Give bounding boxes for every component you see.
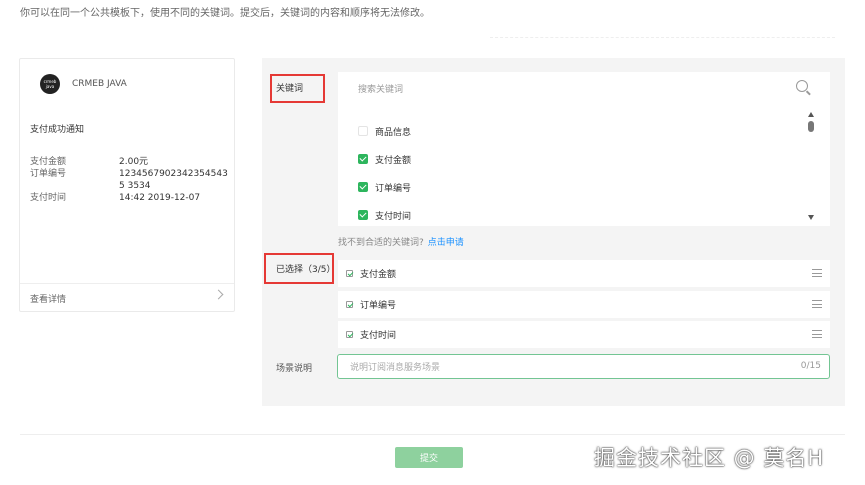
keyword-search-input[interactable]: 搜索关键词	[358, 82, 403, 95]
scrollbar-thumb[interactable]	[808, 121, 814, 132]
keyword-option[interactable]: 支付金额	[358, 145, 411, 173]
divider	[490, 37, 835, 38]
keyword-option-label: 商品信息	[375, 127, 412, 138]
keyword-not-found: 找不到合适的关键词? 点击申请	[338, 235, 464, 248]
selected-item-label: 支付金额	[360, 270, 397, 280]
keyword-option[interactable]: 订单编号	[358, 173, 411, 201]
brand-name: CRMEB JAVA	[72, 79, 127, 89]
checkbox[interactable]	[358, 182, 368, 192]
selected-item[interactable]: 支付时间	[338, 321, 830, 348]
selected-item[interactable]: 订单编号	[338, 291, 830, 318]
keyword-option-label: 支付时间	[375, 211, 412, 222]
checkbox[interactable]	[358, 210, 368, 220]
checkbox[interactable]	[358, 154, 368, 164]
selected-item-label: 支付时间	[360, 331, 397, 341]
field-value: 12345679023423545435 3534	[119, 169, 228, 191]
view-details-label: 查看详情	[30, 295, 67, 305]
footer-divider	[20, 434, 845, 435]
check-icon	[346, 331, 353, 338]
keyword-option-label: 订单编号	[375, 183, 412, 194]
not-found-text: 找不到合适的关键词?	[338, 238, 424, 248]
selected-item-label: 订单编号	[360, 301, 397, 311]
template-title: 支付成功通知	[30, 125, 85, 135]
keyword-option-label: 支付金额	[375, 155, 412, 166]
keyword-picker: 搜索关键词 商品信息 支付金额 订单编号 支付时间	[338, 72, 830, 226]
preview-row: 订单编号 12345679023423545435 3534	[30, 168, 230, 192]
watermark: 掘金技术社区 @ 莫名H	[594, 446, 825, 470]
brand-logo: crmeb java	[40, 74, 60, 94]
instruction-text: 你可以在同一个公共模板下，使用不同的关键词。提交后，关键词的内容和顺序将无法修改…	[20, 8, 430, 19]
keyword-option[interactable]: 支付时间	[358, 201, 411, 229]
preview-row: 支付时间 14:42 2019-12-07	[30, 192, 230, 204]
scroll-down-icon[interactable]	[808, 215, 814, 220]
drag-handle-icon[interactable]	[812, 330, 822, 341]
view-details-link[interactable]: 查看详情	[20, 283, 234, 311]
scene-description-input[interactable]	[348, 359, 772, 376]
char-counter: 0/15	[800, 361, 821, 371]
message-preview-card: crmeb java CRMEB JAVA 支付成功通知 支付金额 2.00元 …	[19, 58, 235, 312]
drag-handle-icon[interactable]	[812, 300, 822, 311]
keyword-options: 商品信息 支付金额 订单编号 支付时间	[358, 117, 411, 229]
preview-fields: 支付金额 2.00元 订单编号 12345679023423545435 353…	[30, 156, 230, 204]
check-icon	[346, 301, 353, 308]
brand-header: crmeb java CRMEB JAVA	[40, 74, 127, 94]
search-icon[interactable]	[796, 80, 808, 92]
keywords-label: 关键词	[276, 84, 304, 94]
submit-button[interactable]: 提交	[395, 447, 463, 468]
checkbox[interactable]	[358, 126, 368, 136]
check-icon	[346, 270, 353, 277]
preview-row: 支付金额 2.00元	[30, 156, 230, 168]
scene-label: 场景说明	[276, 364, 313, 374]
chevron-right-icon	[213, 289, 224, 300]
field-value: 14:42 2019-12-07	[119, 193, 201, 203]
scene-description-field[interactable]: 0/15	[337, 354, 830, 379]
field-value: 2.00元	[119, 157, 149, 167]
field-key: 支付时间	[30, 193, 67, 203]
field-key: 订单编号	[30, 169, 67, 179]
drag-handle-icon[interactable]	[812, 269, 822, 280]
selected-item[interactable]: 支付金额	[338, 260, 830, 287]
selected-label: 已选择（3/5）	[276, 265, 336, 275]
apply-keyword-link[interactable]: 点击申请	[428, 238, 464, 248]
keyword-option[interactable]: 商品信息	[358, 117, 411, 145]
field-key: 支付金额	[30, 157, 67, 167]
scroll-up-icon[interactable]	[808, 112, 814, 117]
